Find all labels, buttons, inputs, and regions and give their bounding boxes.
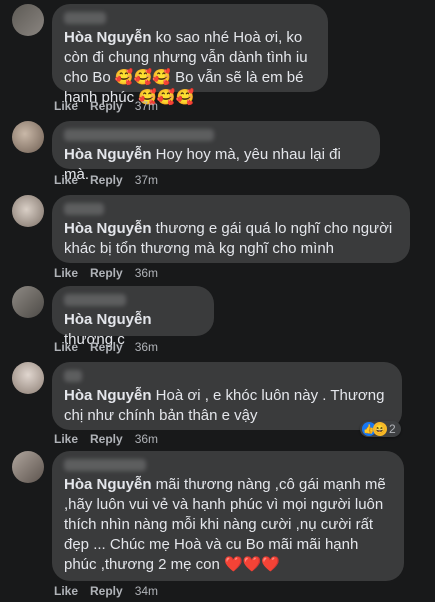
like-button[interactable]: Like: [54, 99, 78, 113]
avatar[interactable]: [12, 451, 44, 483]
comment-bubble: Hòa Nguyễn thương e gái quá lo nghĩ cho …: [52, 195, 410, 263]
comment-bubble: Hòa Nguyễn Hoy hoy mà, yêu nhau lại đi m…: [52, 121, 380, 183]
comment-actions: Like Reply 37m: [54, 99, 158, 113]
commenter-name-blurred[interactable]: [64, 12, 106, 24]
comment-actions: Like Reply 37m: [54, 173, 158, 187]
comment-bubble: Hòa Nguyễn Hoà ơi , e khóc luôn này . Th…: [52, 362, 402, 430]
comment-actions: Like Reply 36m: [54, 266, 158, 280]
reply-button[interactable]: Reply: [90, 584, 123, 598]
timestamp[interactable]: 36m: [135, 266, 158, 280]
like-button[interactable]: Like: [54, 173, 78, 187]
like-button[interactable]: Like: [54, 432, 78, 446]
like-button[interactable]: Like: [54, 340, 78, 354]
haha-icon: 😆: [373, 422, 387, 436]
commenter-name-blurred[interactable]: [64, 370, 82, 382]
avatar[interactable]: [12, 195, 44, 227]
comment-actions: Like Reply 36m: [54, 432, 158, 446]
reaction-count: 2: [389, 422, 396, 436]
avatar[interactable]: [12, 362, 44, 394]
mention-link[interactable]: Hòa Nguyễn: [64, 311, 152, 328]
timestamp[interactable]: 36m: [135, 340, 158, 354]
timestamp[interactable]: 37m: [135, 99, 158, 113]
commenter-name-blurred[interactable]: [64, 294, 126, 306]
avatar[interactable]: [12, 286, 44, 318]
comment-actions: Like Reply 34m: [54, 584, 158, 598]
like-button[interactable]: Like: [54, 266, 78, 280]
reply-button[interactable]: Reply: [90, 432, 123, 446]
reply-button[interactable]: Reply: [90, 266, 123, 280]
timestamp[interactable]: 37m: [135, 173, 158, 187]
commenter-name-blurred[interactable]: [64, 459, 146, 471]
comment-text: Hòa Nguyễn thương e gái quá lo nghĩ cho …: [64, 220, 393, 257]
mention-link[interactable]: Hòa Nguyễn: [64, 29, 152, 46]
mention-link[interactable]: Hòa Nguyễn: [64, 476, 152, 493]
avatar[interactable]: [12, 4, 44, 36]
avatar[interactable]: [12, 121, 44, 153]
reaction-summary[interactable]: 👍 😆 2: [360, 421, 401, 437]
timestamp[interactable]: 34m: [135, 584, 158, 598]
comment-actions: Like Reply 36m: [54, 340, 158, 354]
like-button[interactable]: Like: [54, 584, 78, 598]
commenter-name-blurred[interactable]: [64, 203, 104, 215]
timestamp[interactable]: 36m: [135, 432, 158, 446]
mention-link[interactable]: Hòa Nguyễn: [64, 220, 152, 237]
mention-link[interactable]: Hòa Nguyễn: [64, 146, 152, 163]
comment-bubble: Hòa Nguyễn ko sao nhé Hoà ơi, ko còn đi …: [52, 4, 328, 106]
commenter-name-blurred[interactable]: [64, 129, 214, 141]
reply-button[interactable]: Reply: [90, 99, 123, 113]
comment-text: Hòa Nguyễn ko sao nhé Hoà ơi, ko còn đi …: [64, 29, 308, 106]
mention-link[interactable]: Hòa Nguyễn: [64, 387, 152, 404]
comment-bubble: Hòa Nguyễn mãi thương nàng ,cô gái mạnh …: [52, 451, 404, 581]
comment-text: Hòa Nguyễn Hoà ơi , e khóc luôn này . Th…: [64, 387, 385, 424]
reply-button[interactable]: Reply: [90, 340, 123, 354]
comment-bubble: Hòa Nguyễn thương c: [52, 286, 214, 348]
reply-button[interactable]: Reply: [90, 173, 123, 187]
comment-text: Hòa Nguyễn mãi thương nàng ,cô gái mạnh …: [64, 476, 386, 573]
